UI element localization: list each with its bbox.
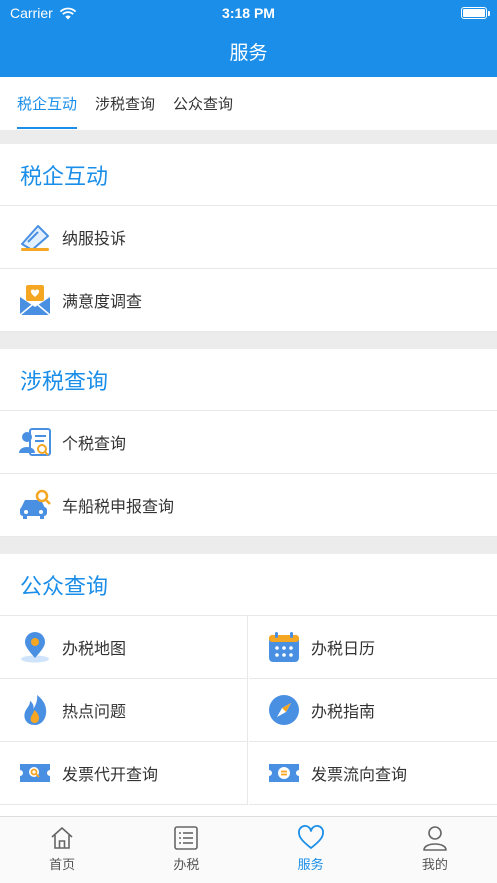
- personal-tax-icon: [18, 425, 52, 459]
- bottom-tab-bar: 首页 办税 服务 我的: [0, 816, 497, 883]
- compass-icon: [267, 693, 301, 727]
- grid-item-tax-map[interactable]: 办税地图: [0, 616, 248, 679]
- list-item-vehicle-tax[interactable]: 车船税申报查询: [0, 474, 497, 537]
- battery-icon: [461, 7, 490, 19]
- list-icon: [174, 826, 199, 850]
- section-divider: [0, 537, 497, 554]
- grid-item-tax-calendar[interactable]: 办税日历: [249, 616, 497, 679]
- complaint-icon: [18, 220, 52, 254]
- segment-tabs: 税企互动 涉税查询 公众查询: [0, 77, 497, 130]
- calendar-icon: [267, 630, 301, 664]
- list-item-label: 满意度调查: [62, 292, 143, 311]
- user-icon: [423, 826, 447, 851]
- wifi-icon: [59, 7, 77, 19]
- tab-label: 办税: [173, 858, 200, 873]
- vehicle-tax-icon: [18, 488, 52, 522]
- heart-icon: [297, 825, 324, 849]
- grid-item-label: 热点问题: [62, 702, 127, 721]
- grid-item-invoice-issue-query[interactable]: 发票代开查询: [0, 742, 248, 805]
- page-title: 服务: [229, 42, 268, 64]
- tab-service[interactable]: 服务: [249, 817, 373, 883]
- list-item-personal-tax[interactable]: 个税查询: [0, 411, 497, 474]
- tab-public-query[interactable]: 公众查询: [173, 77, 233, 130]
- list-item-label: 个税查询: [62, 434, 127, 453]
- section-title-interaction: 税企互动: [0, 144, 497, 206]
- nav-bar: 服务: [0, 26, 497, 77]
- tab-label: 服务: [297, 858, 324, 873]
- list-item-satisfaction[interactable]: 满意度调查: [0, 269, 497, 332]
- tab-label: 我的: [421, 858, 448, 873]
- flame-icon: [18, 693, 52, 727]
- tab-home[interactable]: 首页: [0, 817, 124, 883]
- status-bar: Carrier 3:18 PM: [0, 0, 497, 26]
- tab-mine[interactable]: 我的: [373, 817, 497, 883]
- grid-item-label: 办税日历: [311, 639, 376, 658]
- section-divider: [0, 130, 497, 144]
- section-divider: [0, 332, 497, 349]
- grid-item-hot-issues[interactable]: 热点问题: [0, 679, 248, 742]
- list-item-label: 车船税申报查询: [62, 497, 175, 516]
- grid-item-label: 发票代开查询: [62, 765, 159, 784]
- grid-item-invoice-flow-query[interactable]: 发票流向查询: [249, 742, 497, 805]
- grid-item-label: 发票流向查询: [311, 765, 408, 784]
- grid-item-label: 办税指南: [311, 702, 376, 721]
- carrier-label: Carrier: [10, 5, 53, 21]
- satisfaction-survey-icon: [18, 283, 52, 317]
- map-pin-icon: [18, 630, 52, 664]
- tab-tax-query[interactable]: 涉税查询: [95, 77, 155, 130]
- list-item-complaint[interactable]: 纳服投诉: [0, 206, 497, 269]
- tab-tax[interactable]: 办税: [124, 817, 248, 883]
- tab-interaction[interactable]: 税企互动: [17, 77, 78, 130]
- section-title-tax-query: 涉税查询: [0, 349, 497, 411]
- section-title-public-query: 公众查询: [0, 554, 497, 616]
- invoice-flow-icon: [267, 756, 301, 790]
- invoice-search-icon: [18, 756, 52, 790]
- home-icon: [51, 827, 73, 849]
- list-item-label: 纳服投诉: [62, 229, 127, 248]
- grid-item-label: 办税地图: [62, 639, 127, 658]
- grid-item-tax-guide[interactable]: 办税指南: [249, 679, 497, 742]
- tab-label: 首页: [49, 858, 76, 873]
